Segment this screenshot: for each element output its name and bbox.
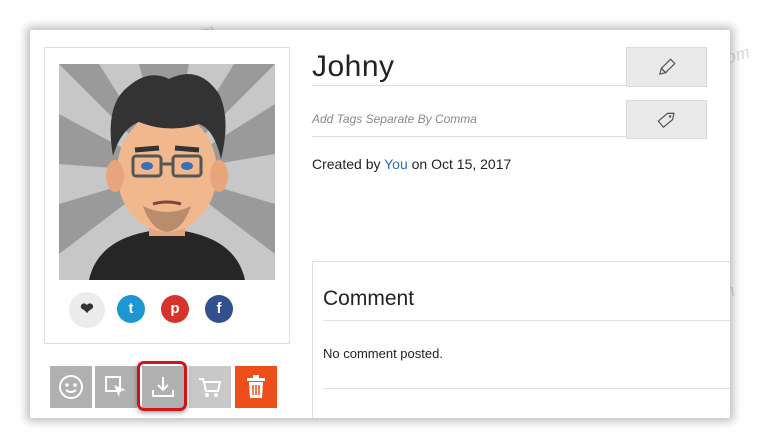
like-button[interactable]: ❤ bbox=[69, 292, 105, 328]
download-highlight bbox=[137, 361, 187, 411]
avatar-face-icon bbox=[59, 375, 83, 399]
created-on-prefix: on bbox=[411, 156, 428, 172]
pencil-icon bbox=[659, 58, 676, 75]
comment-section: Comment No comment posted. bbox=[312, 261, 730, 418]
delete-button[interactable] bbox=[235, 366, 277, 408]
trash-icon bbox=[247, 375, 265, 398]
pinterest-icon: p bbox=[170, 300, 180, 317]
heart-icon: ❤ bbox=[80, 301, 94, 318]
twitter-icon: t bbox=[128, 300, 134, 317]
twitter-share-button[interactable]: t bbox=[117, 295, 145, 323]
no-comment-text: No comment posted. bbox=[323, 346, 443, 361]
comment-title: Comment bbox=[323, 284, 730, 321]
avatar-maker-button[interactable] bbox=[50, 366, 92, 408]
avatar bbox=[59, 64, 275, 280]
profile-card: ❤ t p f Johny Add Tags Separate By Comma bbox=[30, 30, 730, 418]
facebook-share-button[interactable]: f bbox=[205, 295, 233, 323]
cart-button[interactable] bbox=[189, 366, 231, 408]
profile-name: Johny bbox=[312, 49, 630, 86]
select-cursor-icon bbox=[105, 376, 126, 397]
facebook-icon: f bbox=[216, 300, 222, 317]
cart-icon bbox=[199, 378, 222, 397]
social-share-row: ❤ t p f bbox=[45, 292, 289, 328]
comment-divider bbox=[323, 388, 730, 389]
tags-input[interactable]: Add Tags Separate By Comma bbox=[312, 102, 630, 137]
created-date: Oct 15, 2017 bbox=[431, 156, 512, 172]
tag-icon bbox=[657, 112, 675, 129]
avatar-panel: ❤ t p f bbox=[44, 47, 290, 344]
edit-name-button[interactable] bbox=[626, 47, 707, 87]
add-tag-button[interactable] bbox=[626, 100, 707, 139]
created-prefix: Created by bbox=[312, 156, 381, 172]
select-button[interactable] bbox=[95, 366, 137, 408]
created-info: Created by You on Oct 15, 2017 bbox=[312, 156, 511, 172]
pinterest-share-button[interactable]: p bbox=[161, 295, 189, 323]
creator-link[interactable]: You bbox=[384, 156, 408, 172]
